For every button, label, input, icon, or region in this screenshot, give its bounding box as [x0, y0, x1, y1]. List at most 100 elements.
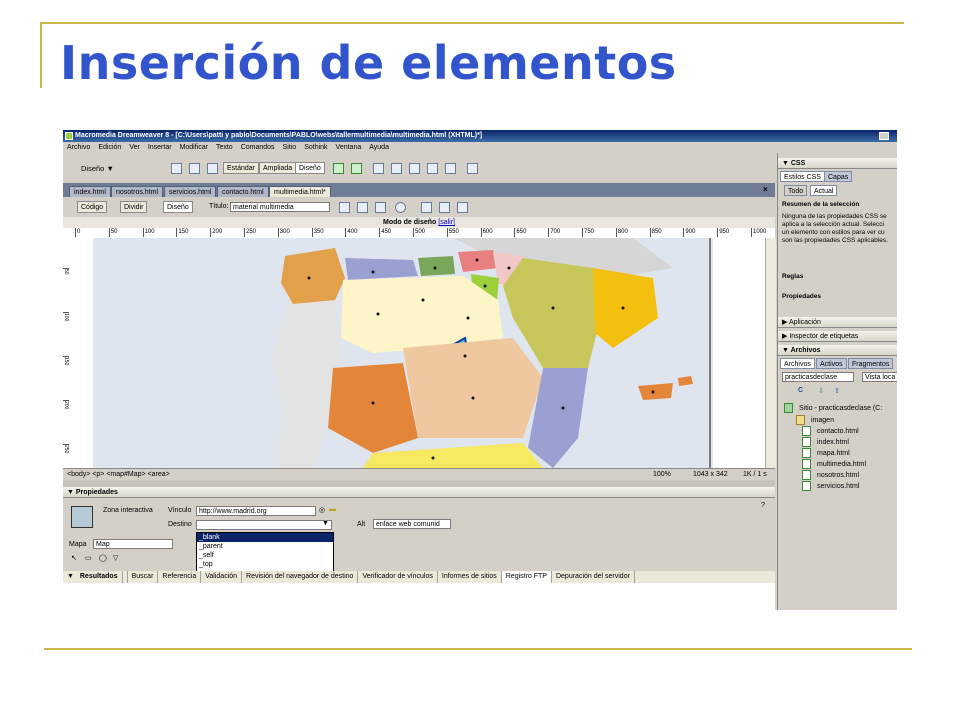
tag-inspector-header[interactable]: ▶ Inspector de etiquetas: [778, 331, 897, 342]
file-item[interactable]: contacto.html: [802, 426, 859, 437]
table-icon[interactable]: [171, 163, 182, 174]
tab-validacion[interactable]: Validación: [201, 571, 243, 583]
file-item[interactable]: multimedia.html: [802, 459, 866, 470]
tab-referencia[interactable]: Referencia: [158, 571, 202, 583]
tab-multimedia[interactable]: multimedia.html*: [269, 186, 331, 197]
code-view-button[interactable]: Código: [77, 201, 108, 213]
menu-sitio[interactable]: Sitio: [279, 142, 301, 153]
globe-icon[interactable]: [395, 202, 406, 213]
canvas-scrollbar[interactable]: [765, 238, 776, 468]
validate-icon[interactable]: [457, 202, 468, 213]
rectangle-hotspot-icon[interactable]: ▭: [85, 554, 92, 562]
link-input[interactable]: http://www.madrid.org: [196, 506, 316, 516]
close-icon[interactable]: ×: [763, 185, 768, 194]
target-dropdown-arrow-icon[interactable]: ▼: [322, 520, 329, 527]
tab-revision[interactable]: Revisión del navegador de destino: [242, 571, 359, 583]
circle-hotspot-icon[interactable]: ◯: [99, 554, 107, 562]
tab-ftp[interactable]: Registro FTP: [501, 571, 552, 583]
layout-icon[interactable]: [445, 163, 456, 174]
file-management-icon[interactable]: [339, 202, 350, 213]
tab-informes[interactable]: Informes de sitios: [438, 571, 502, 583]
design-canvas[interactable]: [73, 238, 765, 468]
file-item[interactable]: index.html: [802, 437, 849, 448]
menu-insertar[interactable]: Insertar: [144, 142, 176, 153]
alt-input[interactable]: enlace web comunid: [373, 519, 451, 529]
application-panel-header[interactable]: ▶ Aplicación: [778, 317, 897, 328]
menu-ver[interactable]: Ver: [125, 142, 144, 153]
option-blank[interactable]: _blank: [197, 533, 333, 542]
menu-comandos[interactable]: Comandos: [237, 142, 279, 153]
menu-ayuda[interactable]: Ayuda: [365, 142, 393, 153]
frame-icon[interactable]: [207, 163, 218, 174]
tab-snippets[interactable]: Fragmentos: [848, 358, 894, 369]
exit-design-mode-link[interactable]: [salir]: [438, 219, 455, 226]
frames-icon[interactable]: [391, 163, 402, 174]
menu-edicion[interactable]: Edición: [94, 142, 125, 153]
menu-modificar[interactable]: Modificar: [176, 142, 212, 153]
tab-verificador[interactable]: Verificador de vínculos: [358, 571, 438, 583]
folder-item-imagen[interactable]: imagen: [796, 415, 834, 426]
view-standard-button[interactable]: Estándar: [223, 162, 260, 174]
design-view-button[interactable]: Diseño: [163, 201, 193, 213]
help-icon[interactable]: ?: [761, 502, 765, 509]
spain-map-image[interactable]: [73, 238, 765, 468]
file-item[interactable]: mapa.html: [802, 448, 850, 459]
site-root-item[interactable]: Sitio - practicasdeclase (C:: [784, 403, 882, 414]
layer-icon[interactable]: [189, 163, 200, 174]
view-select[interactable]: Vista loca: [862, 372, 897, 382]
tab-assets[interactable]: Activos: [816, 358, 847, 369]
pointer-hotspot-icon[interactable]: ↖: [71, 554, 77, 562]
map-name-input[interactable]: Map: [93, 539, 173, 549]
option-self[interactable]: _self: [197, 551, 333, 560]
iframe-icon[interactable]: [409, 163, 420, 174]
preview-icon[interactable]: [357, 202, 368, 213]
spacer-icon[interactable]: [427, 163, 438, 174]
folder-icon[interactable]: ▬: [329, 506, 336, 513]
tab-order-icon[interactable]: [467, 163, 478, 174]
file-item[interactable]: nosotros.html: [802, 470, 859, 481]
results-title[interactable]: ▼ Resultados: [63, 571, 128, 583]
split-view-button[interactable]: Dividir: [120, 201, 148, 213]
tab-all[interactable]: Todo: [784, 185, 808, 196]
properties-header[interactable]: ▼ Propiedades: [63, 487, 775, 498]
tab-css-styles[interactable]: Estilos CSS: [780, 171, 825, 182]
tab-servicios[interactable]: servicios.html: [164, 186, 217, 197]
draw-cell-icon[interactable]: [351, 163, 362, 174]
insert-category-select[interactable]: Diseño ▼: [81, 163, 114, 175]
target-select[interactable]: [196, 520, 332, 530]
get-files-icon[interactable]: ⇩: [818, 387, 824, 395]
menu-ventana[interactable]: Ventana: [332, 142, 366, 153]
div-tag-icon[interactable]: [373, 163, 384, 174]
tab-index[interactable]: index.html: [69, 186, 111, 197]
menu-texto[interactable]: Texto: [212, 142, 237, 153]
tab-files[interactable]: Archivos: [780, 358, 815, 369]
tab-nosotros[interactable]: nosotros.html: [111, 186, 164, 197]
polygon-hotspot-icon[interactable]: ▽: [113, 554, 118, 562]
draw-table-icon[interactable]: [333, 163, 344, 174]
menu-sothink[interactable]: Sothink: [300, 142, 331, 153]
tab-contacto[interactable]: contacto.html: [217, 186, 269, 197]
put-files-icon[interactable]: ⇧: [834, 387, 840, 395]
view-options-icon[interactable]: [421, 202, 432, 213]
tab-layers[interactable]: Capas: [824, 171, 853, 182]
site-select[interactable]: practicasdeclase: [782, 372, 854, 382]
refresh-icon[interactable]: [375, 202, 386, 213]
menu-archivo[interactable]: Archivo: [63, 142, 94, 153]
page-title-input[interactable]: material multimedia: [230, 202, 330, 212]
tab-depuracion[interactable]: Depuración del servidor: [552, 571, 635, 583]
panel-resize-grip[interactable]: [63, 480, 775, 487]
visual-aids-icon[interactable]: [439, 202, 450, 213]
option-parent[interactable]: _parent: [197, 542, 333, 551]
css-panel-header[interactable]: ▼ CSS: [778, 158, 897, 169]
files-panel-header[interactable]: ▼ Archivos: [778, 345, 897, 356]
refresh-files-icon[interactable]: C: [798, 387, 803, 394]
view-layout-button[interactable]: Diseño: [295, 162, 325, 174]
tab-buscar[interactable]: Buscar: [128, 571, 159, 583]
target-options-list[interactable]: _blank _parent _self _top: [196, 532, 334, 572]
view-expanded-button[interactable]: Ampliada: [259, 162, 297, 174]
link-point-icon[interactable]: ◎: [319, 506, 325, 514]
file-item[interactable]: servicios.html: [802, 481, 859, 492]
tab-current[interactable]: Actual: [810, 185, 838, 196]
minimize-button[interactable]: [879, 132, 889, 140]
option-top[interactable]: _top: [197, 560, 333, 569]
